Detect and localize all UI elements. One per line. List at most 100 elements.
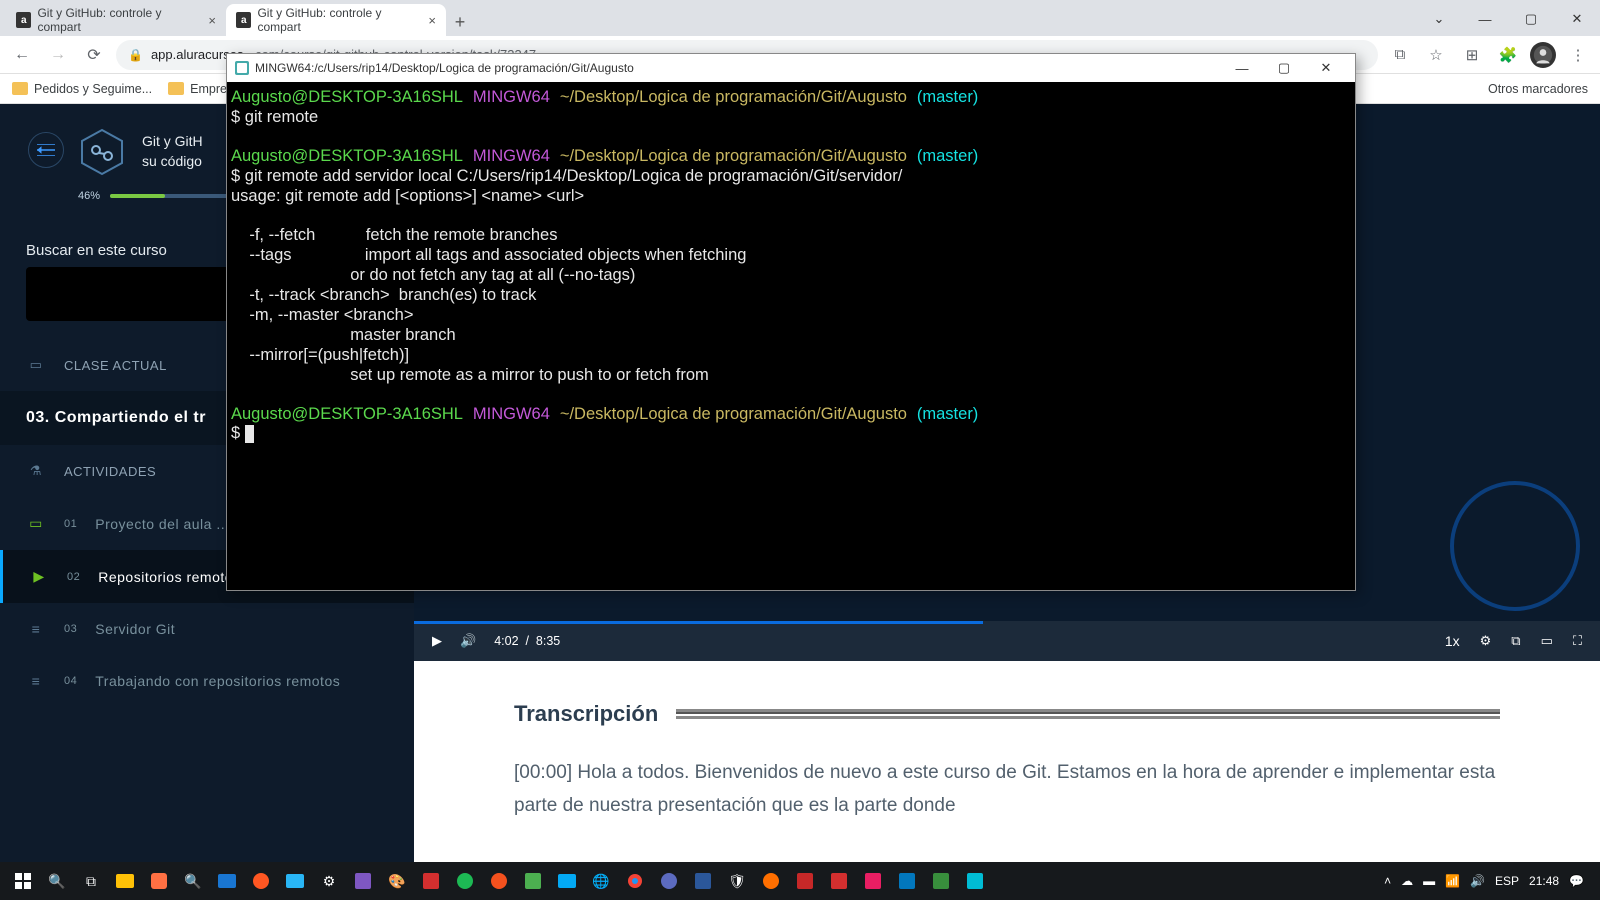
- back-button[interactable]: ←: [8, 41, 36, 69]
- reload-button[interactable]: ⟳: [80, 41, 108, 69]
- video-progress-bar[interactable]: [414, 621, 983, 624]
- browser-tab-1[interactable]: a Git y GitHub: controle y compart ×: [6, 4, 226, 36]
- progress-fill: [110, 194, 165, 198]
- activity-index: 02: [67, 571, 80, 583]
- maximize-button[interactable]: ▢: [1508, 4, 1554, 34]
- taskbar-app[interactable]: [550, 864, 584, 898]
- taskbar-app[interactable]: [652, 864, 686, 898]
- browser-tab-2[interactable]: a Git y GitHub: controle y compart ×: [226, 4, 446, 36]
- taskbar-app[interactable]: [142, 864, 176, 898]
- minimize-button[interactable]: —: [1462, 4, 1508, 34]
- window-controls: ⌄ — ▢ ✕: [1416, 4, 1600, 36]
- taskbar-app[interactable]: [516, 864, 550, 898]
- start-button[interactable]: [6, 864, 40, 898]
- nav-activity-04[interactable]: ≡ 04 Trabajando con repositorios remotos: [0, 655, 414, 707]
- battery-icon[interactable]: ▬: [1423, 874, 1435, 888]
- bookmark-folder[interactable]: Pedidos y Seguime...: [12, 82, 152, 96]
- chevron-down-icon[interactable]: ⌄: [1416, 4, 1462, 34]
- terminal-cursor: [245, 425, 254, 443]
- theater-icon[interactable]: ▭: [1541, 633, 1553, 649]
- forward-button[interactable]: →: [44, 41, 72, 69]
- taskbar-app[interactable]: [890, 864, 924, 898]
- course-logo-icon: [78, 128, 126, 176]
- close-icon[interactable]: ×: [208, 13, 216, 28]
- terminal-body[interactable]: Augusto@DESKTOP-3A16SHL MINGW64 ~/Deskto…: [227, 82, 1355, 590]
- taskbar-app[interactable]: [210, 864, 244, 898]
- volume-button[interactable]: 🔊: [460, 633, 476, 649]
- book-open-icon: ▭: [26, 515, 46, 532]
- course-title-line1: Git y GitH: [142, 132, 203, 152]
- collapse-sidebar-button[interactable]: [28, 132, 64, 168]
- extension-icon[interactable]: ⊞: [1458, 41, 1486, 69]
- taskbar-app[interactable]: [788, 864, 822, 898]
- bookmark-label: Pedidos y Seguime...: [34, 82, 152, 96]
- puzzle-icon[interactable]: 🧩: [1494, 41, 1522, 69]
- taskbar-app[interactable]: [822, 864, 856, 898]
- folder-icon: [12, 82, 28, 95]
- play-button[interactable]: ▶: [432, 633, 442, 649]
- taskbar-app[interactable]: [482, 864, 516, 898]
- taskbar-app[interactable]: [686, 864, 720, 898]
- fullscreen-icon[interactable]: ⛶: [1573, 633, 1582, 649]
- close-button[interactable]: ✕: [1554, 4, 1600, 34]
- tab-title: Git y GitHub: controle y compart: [257, 6, 422, 34]
- close-button[interactable]: ✕: [1305, 54, 1347, 82]
- activity-label: Trabajando con repositorios remotos: [95, 673, 340, 689]
- flask-icon: ⚗: [26, 463, 46, 479]
- pip-icon[interactable]: ⧉: [1511, 633, 1520, 649]
- list-icon: ≡: [26, 673, 46, 689]
- maximize-button[interactable]: ▢: [1263, 54, 1305, 82]
- nav-activity-03[interactable]: ≡ 03 Servidor Git: [0, 603, 414, 655]
- star-icon[interactable]: ☆: [1422, 41, 1450, 69]
- taskbar-app[interactable]: 🔍: [176, 864, 210, 898]
- speed-button[interactable]: 1x: [1445, 633, 1460, 649]
- activity-label: Servidor Git: [95, 621, 175, 637]
- menu-icon[interactable]: ⋮: [1564, 41, 1592, 69]
- taskbar-app[interactable]: [924, 864, 958, 898]
- taskbar-app[interactable]: [108, 864, 142, 898]
- taskbar-app[interactable]: [414, 864, 448, 898]
- taskbar-app[interactable]: [856, 864, 890, 898]
- terminal-titlebar[interactable]: MINGW64:/c/Users/rip14/Desktop/Logica de…: [227, 54, 1355, 82]
- profile-avatar[interactable]: [1530, 42, 1556, 68]
- taskbar-app[interactable]: 🌐: [584, 864, 618, 898]
- share-icon[interactable]: ⧉: [1386, 41, 1414, 69]
- new-tab-button[interactable]: +: [446, 8, 474, 36]
- taskbar-app[interactable]: [618, 864, 652, 898]
- browser-tab-strip: a Git y GitHub: controle y compart × a G…: [0, 0, 1600, 36]
- terminal-app-icon: [235, 61, 249, 75]
- taskbar-app[interactable]: [346, 864, 380, 898]
- taskbar-app[interactable]: 🎨: [380, 864, 414, 898]
- video-controls: ▶ 🔊 4:02 / 8:35 1x ⚙ ⧉ ▭ ⛶: [414, 621, 1600, 661]
- folder-icon: [168, 82, 184, 95]
- taskbar-app[interactable]: ⚙: [312, 864, 346, 898]
- taskbar-app[interactable]: [754, 864, 788, 898]
- clock[interactable]: 21:48: [1529, 874, 1559, 888]
- onedrive-icon[interactable]: ☁: [1401, 874, 1413, 888]
- terminal-window-controls: — ▢ ✕: [1221, 54, 1347, 82]
- transcript-heading: Transcripción: [514, 701, 658, 727]
- notifications-icon[interactable]: 💬: [1569, 874, 1584, 888]
- wifi-icon[interactable]: 📶: [1445, 874, 1460, 888]
- taskbar-app[interactable]: [958, 864, 992, 898]
- search-icon[interactable]: 🔍: [40, 864, 74, 898]
- minimize-button[interactable]: —: [1221, 54, 1263, 82]
- course-title: Git y GitH su código: [142, 132, 203, 171]
- volume-tray-icon[interactable]: 🔊: [1470, 874, 1485, 888]
- taskbar-app[interactable]: [244, 864, 278, 898]
- nav-section-label: 03. Compartiendo el tr: [26, 409, 206, 427]
- taskbar-app[interactable]: [278, 864, 312, 898]
- bookmark-folder[interactable]: Empre: [168, 82, 227, 96]
- close-icon[interactable]: ×: [428, 13, 436, 28]
- taskbar-app[interactable]: 🛡: [720, 864, 754, 898]
- settings-icon[interactable]: ⚙: [1480, 633, 1492, 649]
- tray-chevron-icon[interactable]: ˄: [1384, 874, 1391, 888]
- language-indicator[interactable]: ESP: [1495, 874, 1519, 888]
- taskbar-app[interactable]: [448, 864, 482, 898]
- progress-percent: 46%: [78, 190, 100, 202]
- terminal-window: MINGW64:/c/Users/rip14/Desktop/Logica de…: [226, 53, 1356, 591]
- other-bookmarks[interactable]: Otros marcadores: [1488, 82, 1588, 96]
- task-view-icon[interactable]: ⧉: [74, 864, 108, 898]
- activity-label: Repositorios remotos: [98, 569, 240, 585]
- divider-icon: [676, 709, 1500, 719]
